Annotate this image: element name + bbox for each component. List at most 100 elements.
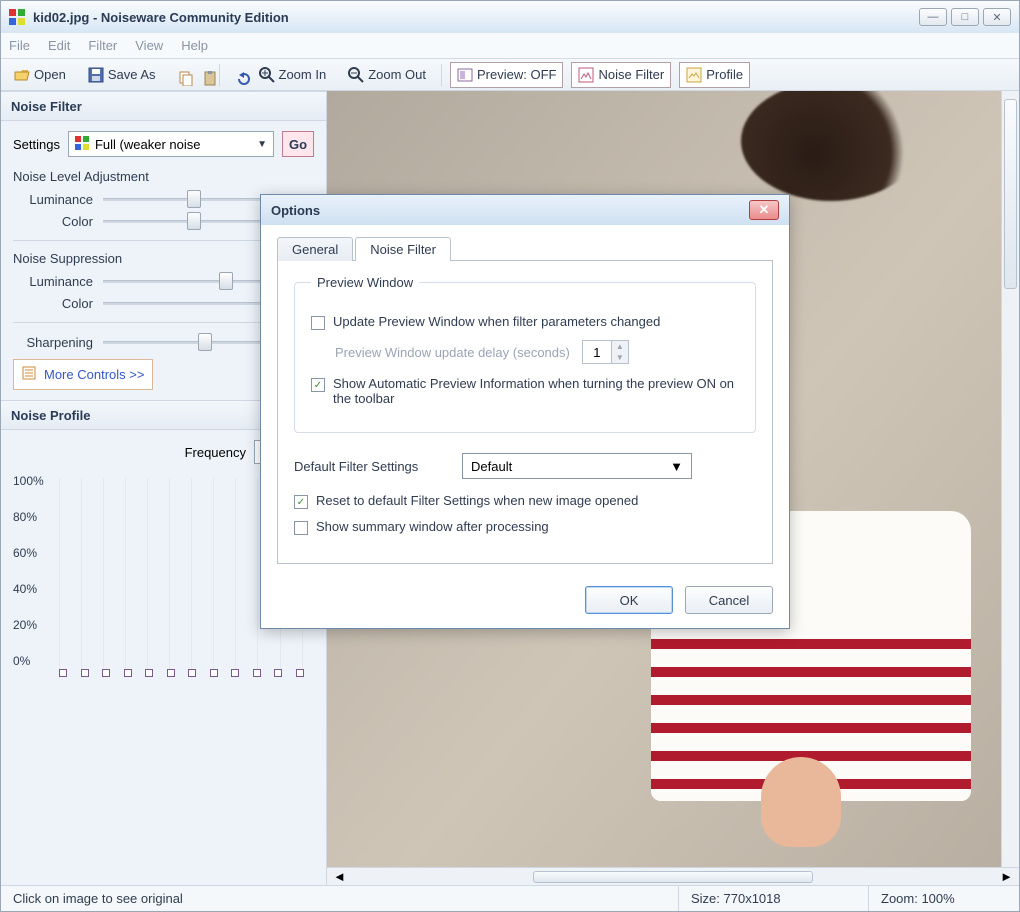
chk-update-row[interactable]: Update Preview Window when filter parame… xyxy=(311,314,739,330)
dialog-titlebar: Options ✕ xyxy=(261,195,789,225)
delay-row: Preview Window update delay (seconds) ▲▼ xyxy=(335,340,739,364)
cancel-button[interactable]: Cancel xyxy=(685,586,773,614)
delay-input[interactable] xyxy=(583,341,611,363)
default-filter-label: Default Filter Settings xyxy=(294,459,444,474)
y-tick: 0% xyxy=(13,654,30,668)
chk-show-auto-row[interactable]: Show Automatic Preview Information when … xyxy=(311,376,739,406)
chevron-down-icon: ▼ xyxy=(670,459,683,474)
menu-edit[interactable]: Edit xyxy=(48,38,70,53)
settings-select-value: Full (weaker noise xyxy=(95,137,201,152)
frequency-label: Frequency xyxy=(185,445,246,460)
y-tick: 20% xyxy=(13,618,37,632)
more-controls-label: More Controls >> xyxy=(44,367,144,382)
checkbox-icon[interactable] xyxy=(311,316,325,330)
status-bar: Click on image to see original Size: 770… xyxy=(1,885,1019,911)
undo-icon[interactable] xyxy=(228,67,244,83)
chk-reset-label: Reset to default Filter Settings when ne… xyxy=(316,493,638,508)
dialog-close-button[interactable]: ✕ xyxy=(749,200,779,220)
color-label: Color xyxy=(13,214,93,229)
menu-help[interactable]: Help xyxy=(181,38,208,53)
more-controls-button[interactable]: More Controls >> xyxy=(13,359,153,390)
checkbox-icon[interactable] xyxy=(311,378,325,392)
spin-up-icon[interactable]: ▲ xyxy=(612,341,628,352)
dialog-tabs: General Noise Filter xyxy=(277,237,773,261)
toolbar-save-as[interactable]: Save As xyxy=(81,62,163,88)
chk-summary-label: Show summary window after processing xyxy=(316,519,549,534)
toolbar-noise-filter-label: Noise Filter xyxy=(598,67,664,82)
chart-series xyxy=(59,670,304,676)
sharpening-label: Sharpening xyxy=(13,335,93,350)
status-size: Size: 770x1018 xyxy=(679,886,869,911)
go-button[interactable]: Go xyxy=(282,131,314,157)
save-icon xyxy=(88,67,104,83)
toolbar-zoom-in[interactable]: Zoom In xyxy=(252,62,334,88)
settings-select[interactable]: Full (weaker noise ▼ xyxy=(68,131,274,157)
close-button[interactable]: ✕ xyxy=(983,8,1011,26)
dialog-body: General Noise Filter Preview Window Upda… xyxy=(261,225,789,574)
toolbar-preview-toggle[interactable]: Preview: OFF xyxy=(450,62,563,88)
scroll-right-icon[interactable]: ► xyxy=(1000,869,1013,884)
toolbar-open-label: Open xyxy=(34,67,66,82)
horizontal-scrollbar[interactable]: ◄ ► xyxy=(327,867,1019,885)
noise-level-label: Noise Level Adjustment xyxy=(13,169,314,184)
zoom-out-icon xyxy=(348,67,364,83)
noise-filter-panel-title: Noise Filter xyxy=(1,91,326,121)
ok-button[interactable]: OK xyxy=(585,586,673,614)
status-zoom: Zoom: 100% xyxy=(869,886,1019,911)
options-dialog: Options ✕ General Noise Filter Preview W… xyxy=(260,194,790,629)
more-controls-icon xyxy=(22,366,36,383)
scroll-left-icon[interactable]: ◄ xyxy=(333,869,346,884)
default-filter-select[interactable]: Default ▼ xyxy=(462,453,692,479)
menu-filter[interactable]: Filter xyxy=(88,38,117,53)
color-label-2: Color xyxy=(13,296,93,311)
toolbar-open[interactable]: Open xyxy=(7,62,73,88)
chk-reset-row[interactable]: Reset to default Filter Settings when ne… xyxy=(294,493,756,509)
paste-icon[interactable] xyxy=(195,67,211,83)
separator xyxy=(441,64,442,86)
menu-file[interactable]: File xyxy=(9,38,30,53)
toolbar-profile[interactable]: Profile xyxy=(679,62,750,88)
y-tick: 100% xyxy=(13,474,44,488)
toolbar-preview-label: Preview: OFF xyxy=(477,67,556,82)
toolbar-save-as-label: Save As xyxy=(108,67,156,82)
checkbox-icon[interactable] xyxy=(294,495,308,509)
toolbar-profile-label: Profile xyxy=(706,67,743,82)
settings-select-icon xyxy=(75,136,89,153)
toolbar-zoom-out-label: Zoom Out xyxy=(368,67,426,82)
vertical-scrollbar[interactable] xyxy=(1001,91,1019,867)
tab-general[interactable]: General xyxy=(277,237,353,261)
delay-spinner[interactable]: ▲▼ xyxy=(582,340,629,364)
titlebar: kid02.jpg - Noiseware Community Edition … xyxy=(1,1,1019,33)
chevron-down-icon: ▼ xyxy=(257,139,267,150)
toolbar-zoom-in-label: Zoom In xyxy=(279,67,327,82)
preview-icon xyxy=(457,67,473,83)
y-tick: 80% xyxy=(13,510,37,524)
luminance-label-2: Luminance xyxy=(13,274,93,289)
noise-filter-icon xyxy=(578,67,594,83)
luminance-label: Luminance xyxy=(13,192,93,207)
window-buttons: — □ ✕ xyxy=(919,8,1011,26)
y-tick: 60% xyxy=(13,546,37,560)
dialog-title: Options xyxy=(271,203,320,218)
toolbar-zoom-out[interactable]: Zoom Out xyxy=(341,62,433,88)
maximize-button[interactable]: □ xyxy=(951,8,979,26)
spin-down-icon[interactable]: ▼ xyxy=(612,352,628,363)
copy-icon[interactable] xyxy=(171,67,187,83)
checkbox-icon[interactable] xyxy=(294,521,308,535)
minimize-button[interactable]: — xyxy=(919,8,947,26)
chk-summary-row[interactable]: Show summary window after processing xyxy=(294,519,756,535)
settings-row: Settings Full (weaker noise ▼ Go xyxy=(13,131,314,157)
status-hint: Click on image to see original xyxy=(1,886,679,911)
toolbar: Open Save As Zoom In Zoom Out Preview: O… xyxy=(1,59,1019,91)
open-icon xyxy=(14,67,30,83)
dialog-buttons: OK Cancel xyxy=(261,574,789,628)
settings-label: Settings xyxy=(13,137,60,152)
menu-view[interactable]: View xyxy=(135,38,163,53)
delay-label: Preview Window update delay (seconds) xyxy=(335,345,570,360)
y-tick: 40% xyxy=(13,582,37,596)
tab-noise-filter[interactable]: Noise Filter xyxy=(355,237,451,261)
toolbar-noise-filter[interactable]: Noise Filter xyxy=(571,62,671,88)
chk-show-auto-label: Show Automatic Preview Information when … xyxy=(333,376,739,406)
app-window: kid02.jpg - Noiseware Community Edition … xyxy=(0,0,1020,912)
default-filter-row: Default Filter Settings Default ▼ xyxy=(294,453,756,479)
